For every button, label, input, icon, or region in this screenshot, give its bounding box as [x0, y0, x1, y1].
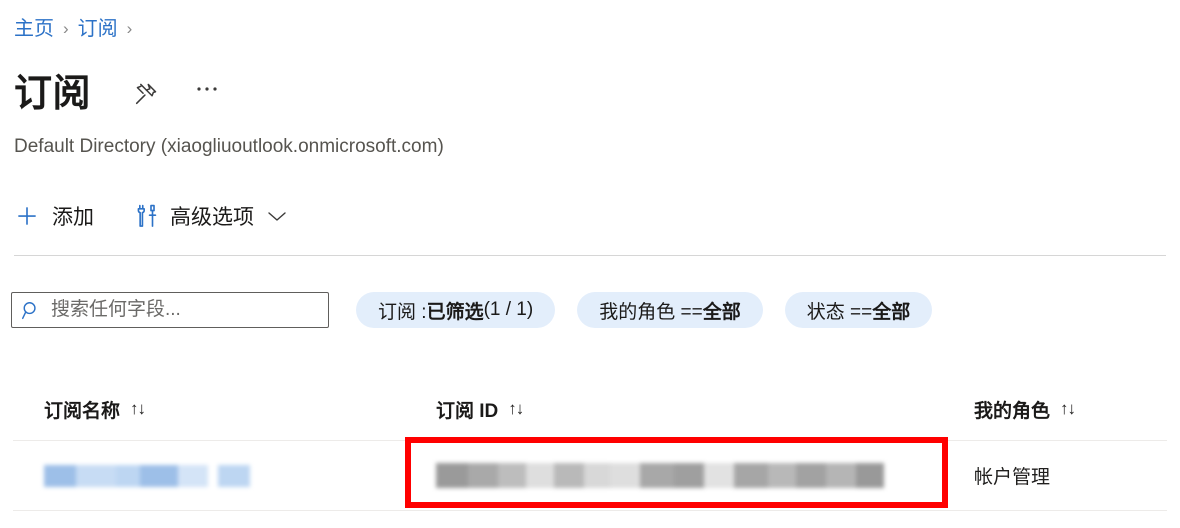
breadcrumb-item-home[interactable]: 主页: [14, 16, 54, 42]
filter-pill-status[interactable]: 状态 == 全部: [784, 292, 933, 328]
breadcrumb-item-subscriptions[interactable]: 订阅: [78, 16, 118, 42]
column-header-subscription-name-label: 订阅名称: [44, 400, 121, 422]
cell-subscription-name[interactable]: [13, 441, 413, 510]
plus-icon-glyph: [18, 207, 36, 225]
advanced-options-label: 高级选项: [170, 206, 254, 229]
filter-pill-subscription-prefix: 订阅 :: [378, 301, 427, 323]
filter-bar: 订阅 : 已筛选 (1 / 1) 我的角色 == 全部 状态 == 全部: [11, 291, 933, 329]
pin-icon[interactable]: [129, 77, 163, 111]
search-icon: [21, 300, 42, 321]
redacted-subscription-id: [436, 463, 884, 488]
cell-my-role-text: 帐户管理: [974, 467, 1051, 488]
advanced-options-button[interactable]: 高级选项: [134, 196, 288, 236]
filter-pill-subscription-suffix: (1 / 1): [483, 299, 534, 320]
add-button-label: 添加: [52, 206, 94, 229]
directory-subtitle: Default Directory (xiaogliuoutlook.onmic…: [14, 136, 444, 157]
breadcrumb-separator-icon: ›: [126, 19, 133, 38]
command-bar-divider: [14, 255, 1166, 256]
tools-icon: [134, 203, 158, 229]
column-header-my-role-label: 我的角色: [974, 400, 1051, 422]
ellipsis-icon[interactable]: [191, 77, 225, 111]
cell-my-role: 帐户管理: [947, 441, 1167, 510]
subscriptions-table: 订阅名称 ↑↓ 订阅 ID ↑↓ 我的角色 ↑↓ 帐户管理: [13, 378, 1167, 511]
filter-pill-status-value: 全部: [872, 301, 911, 323]
breadcrumb-separator-icon: ›: [63, 19, 69, 38]
filter-pill-status-prefix: 状态 ==: [806, 301, 873, 323]
chevron-down-icon: [266, 209, 288, 223]
column-header-subscription-name[interactable]: 订阅名称 ↑↓: [13, 396, 413, 423]
column-header-subscription-id[interactable]: 订阅 ID ↑↓: [413, 396, 947, 423]
breadcrumb: 主页 › 订阅 ›: [14, 16, 132, 42]
filter-pill-my-role-prefix: 我的角色 ==: [599, 301, 703, 323]
pin-icon-glyph: [135, 83, 157, 105]
tools-icon-glyph: [137, 204, 157, 227]
filter-pill-my-role[interactable]: 我的角色 == 全部: [577, 292, 763, 328]
page-title: 订阅: [14, 73, 92, 115]
table-header-row: 订阅名称 ↑↓ 订阅 ID ↑↓ 我的角色 ↑↓: [13, 378, 1167, 440]
cell-subscription-id: [413, 441, 947, 510]
filter-pill-my-role-value: 全部: [702, 301, 741, 323]
title-row: 订阅: [14, 70, 225, 118]
redacted-subscription-name: [44, 464, 250, 487]
sort-icon: ↑↓: [508, 399, 524, 418]
sort-icon: ↑↓: [1060, 399, 1076, 418]
sort-icon: ↑↓: [130, 399, 146, 418]
column-header-subscription-id-label: 订阅 ID: [436, 400, 499, 422]
search-input[interactable]: [42, 294, 328, 326]
column-header-my-role[interactable]: 我的角色 ↑↓: [947, 396, 1167, 423]
subscriptions-page: 主页 › 订阅 › 订阅 Default Directory (xiaogliu…: [0, 0, 1180, 528]
search-box[interactable]: [11, 292, 329, 328]
command-bar: 添加 高级选项: [14, 196, 288, 236]
plus-icon: [14, 203, 40, 229]
ellipsis-icon-glyph: [197, 87, 217, 91]
search-icon-glyph: [22, 301, 36, 319]
filter-pill-subscription-value: 已筛选: [426, 301, 484, 323]
table-row[interactable]: 帐户管理: [13, 440, 1167, 511]
chevron-down-icon-glyph: [268, 212, 286, 221]
add-button[interactable]: 添加: [14, 196, 94, 236]
filter-pill-subscription[interactable]: 订阅 : 已筛选 (1 / 1): [356, 292, 556, 328]
